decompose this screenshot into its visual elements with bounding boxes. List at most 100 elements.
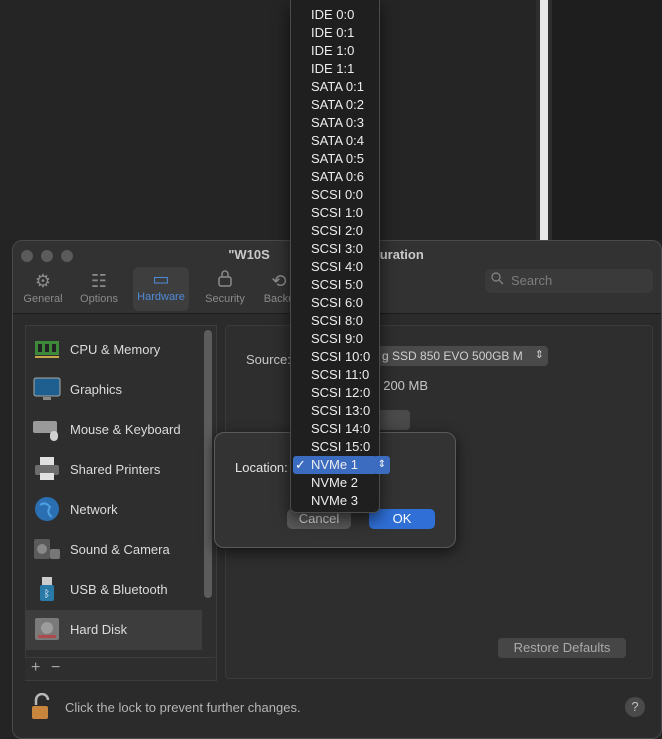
menu-item-label: NVMe 2 <box>311 475 358 490</box>
menu-item-ide-0-0[interactable]: IDE 0:0 <box>291 6 379 24</box>
menu-item-sata-0-5[interactable]: SATA 0:5 <box>291 150 379 168</box>
globe-icon <box>32 495 62 523</box>
background-scrollbar <box>540 0 548 240</box>
menu-item-scsi-12-0[interactable]: SCSI 12:0 <box>291 384 379 402</box>
menu-item-scsi-3-0[interactable]: SCSI 3:0 <box>291 240 379 258</box>
menu-item-scsi-1-0[interactable]: SCSI 1:0 <box>291 204 379 222</box>
location-dropdown-menu: IDE 0:0 IDE 0:1 IDE 1:0 IDE 1:1 SATA 0:1 SATA… <box>290 0 380 513</box>
menu-item-scsi-11-0[interactable]: SCSI 11:0 <box>291 366 379 384</box>
sidebar-item-hard-disk[interactable]: Hard Disk <box>26 610 202 650</box>
menu-item-scsi-14-0[interactable]: SCSI 14:0 <box>291 420 379 438</box>
menu-item-label: SATA 0:2 <box>311 97 364 112</box>
tab-options[interactable]: ☷ Options <box>71 269 127 305</box>
disk-size-text: : 200 MB <box>376 378 429 393</box>
menu-item-label: SCSI 8:0 <box>311 313 364 328</box>
menu-item-sata-0-2[interactable]: SATA 0:2 <box>291 96 379 114</box>
menu-item-scsi-0-0[interactable]: SCSI 0:0 <box>291 186 379 204</box>
menu-item-label: SATA 0:3 <box>311 115 364 130</box>
menu-item-label: SCSI 4:0 <box>311 259 364 274</box>
menu-item-scsi-5-0[interactable]: SCSI 5:0 <box>291 276 379 294</box>
menu-item-scsi-2-0[interactable]: SCSI 2:0 <box>291 222 379 240</box>
menu-item-ide-1-0[interactable]: IDE 1:0 <box>291 42 379 60</box>
menu-item-label: IDE 0:0 <box>311 7 355 22</box>
hardware-sidebar: CPU & Memory Graphics Mouse & Keyboard S… <box>25 325 217 681</box>
sidebar-scrollbar[interactable] <box>204 330 212 598</box>
menu-item-sata-0-3[interactable]: SATA 0:3 <box>291 114 379 132</box>
menu-item-sata-0-1[interactable]: SATA 0:1 <box>291 78 379 96</box>
menu-item-label: SCSI 3:0 <box>311 241 364 256</box>
hidden-button[interactable] <box>376 410 410 430</box>
menu-item-label: SCSI 6:0 <box>311 295 364 310</box>
monitor-icon: ▭ <box>152 269 170 289</box>
sidebar-item-cpu-memory[interactable]: CPU & Memory <box>26 330 202 370</box>
restore-defaults-button[interactable]: Restore Defaults <box>498 638 626 658</box>
speaker-icon <box>32 535 62 563</box>
tab-general[interactable]: ⚙ General <box>15 269 71 305</box>
menu-item-ide-1-1[interactable]: IDE 1:1 <box>291 60 379 78</box>
checkmark-icon: ✓ <box>295 457 306 472</box>
add-device-button[interactable]: + <box>31 659 40 677</box>
sidebar-item-graphics[interactable]: Graphics <box>26 370 202 410</box>
search-field[interactable]: Search <box>485 269 653 293</box>
menu-item-label: SCSI 5:0 <box>311 277 364 292</box>
harddisk-icon <box>32 615 62 643</box>
menu-item-label: SATA 0:6 <box>311 169 364 184</box>
menu-item-nvme-2[interactable]: NVMe 2 <box>291 474 379 492</box>
printer-icon <box>32 455 62 483</box>
menu-item-label: SATA 0:1 <box>311 79 364 94</box>
menu-item-label: SCSI 1:0 <box>311 205 364 220</box>
menu-item-label: IDE 1:0 <box>311 43 355 58</box>
chevron-updown-icon[interactable]: ⇕ <box>374 456 390 474</box>
menu-item-label: SCSI 15:0 <box>311 439 371 454</box>
menu-item-label: SCSI 0:0 <box>311 187 364 202</box>
menu-item-scsi-13-0[interactable]: SCSI 13:0 <box>291 402 379 420</box>
chevron-updown-icon: ⇕ <box>534 349 544 361</box>
cpu-icon <box>32 335 62 363</box>
menu-item-scsi-6-0[interactable]: SCSI 6:0 <box>291 294 379 312</box>
menu-item-scsi-15-0[interactable]: SCSI 15:0 <box>291 438 379 456</box>
tab-security[interactable]: Security <box>197 269 253 305</box>
sidebar-item-mouse-keyboard[interactable]: Mouse & Keyboard <box>26 410 202 450</box>
menu-item-sata-0-4[interactable]: SATA 0:4 <box>291 132 379 150</box>
menu-item-nvme-3[interactable]: NVMe 3 <box>291 492 379 510</box>
menu-item-label: SCSI 9:0 <box>311 331 364 346</box>
menu-item-label: SCSI 13:0 <box>311 403 371 418</box>
menu-item-ide-0-1[interactable]: IDE 0:1 <box>291 24 379 42</box>
sidebar-item-sound-camera[interactable]: Sound & Camera <box>26 530 202 570</box>
location-label: Location: <box>235 460 288 475</box>
lock-icon[interactable] <box>31 692 53 721</box>
background-window <box>0 0 536 240</box>
menu-item-scsi-10-0[interactable]: SCSI 10:0 <box>291 348 379 366</box>
tab-hardware[interactable]: ▭ Hardware <box>133 267 189 311</box>
menu-item-scsi-8-0[interactable]: SCSI 8:0 <box>291 312 379 330</box>
help-button[interactable]: ? <box>625 697 645 717</box>
sidebar-item-usb-bluetooth[interactable]: ᛒ USB & Bluetooth <box>26 570 202 610</box>
menu-item-label: SCSI 11:0 <box>311 367 370 382</box>
sidebar-footer: + − <box>25 657 215 680</box>
sidebar-item-shared-printers[interactable]: Shared Printers <box>26 450 202 490</box>
menu-item-label: SCSI 2:0 <box>311 223 364 238</box>
remove-device-button[interactable]: − <box>51 659 60 677</box>
background-window-right <box>552 0 662 240</box>
menu-item-scsi-9-0[interactable]: SCSI 9:0 <box>291 330 379 348</box>
source-popup[interactable]: g SSD 850 EVO 500GB M ⇕ <box>376 346 548 366</box>
menu-item-label: NVMe 3 <box>311 493 358 508</box>
menu-item-label: SATA 0:5 <box>311 151 364 166</box>
source-label: Source: <box>246 352 291 367</box>
usb-icon: ᛒ <box>32 575 62 603</box>
menu-item-label: IDE 0:1 <box>311 25 355 40</box>
gear-icon: ⚙ <box>34 271 52 291</box>
menu-item-label: SATA 0:4 <box>311 133 364 148</box>
lock-message: Click the lock to prevent further change… <box>65 700 301 715</box>
menu-item-nvme-1[interactable]: ✓ NVMe 1 <box>293 456 377 474</box>
menu-item-label: NVMe 1 <box>311 457 358 472</box>
search-icon <box>491 272 504 288</box>
menu-item-label: SCSI 14:0 <box>311 421 371 436</box>
svg-text:ᛒ: ᛒ <box>44 589 50 600</box>
sliders-icon: ☷ <box>90 271 108 291</box>
ok-button[interactable]: OK <box>369 509 435 529</box>
menu-item-scsi-4-0[interactable]: SCSI 4:0 <box>291 258 379 276</box>
sidebar-item-network[interactable]: Network <box>26 490 202 530</box>
menu-item-sata-0-6[interactable]: SATA 0:6 <box>291 168 379 186</box>
lock-icon <box>197 269 253 293</box>
